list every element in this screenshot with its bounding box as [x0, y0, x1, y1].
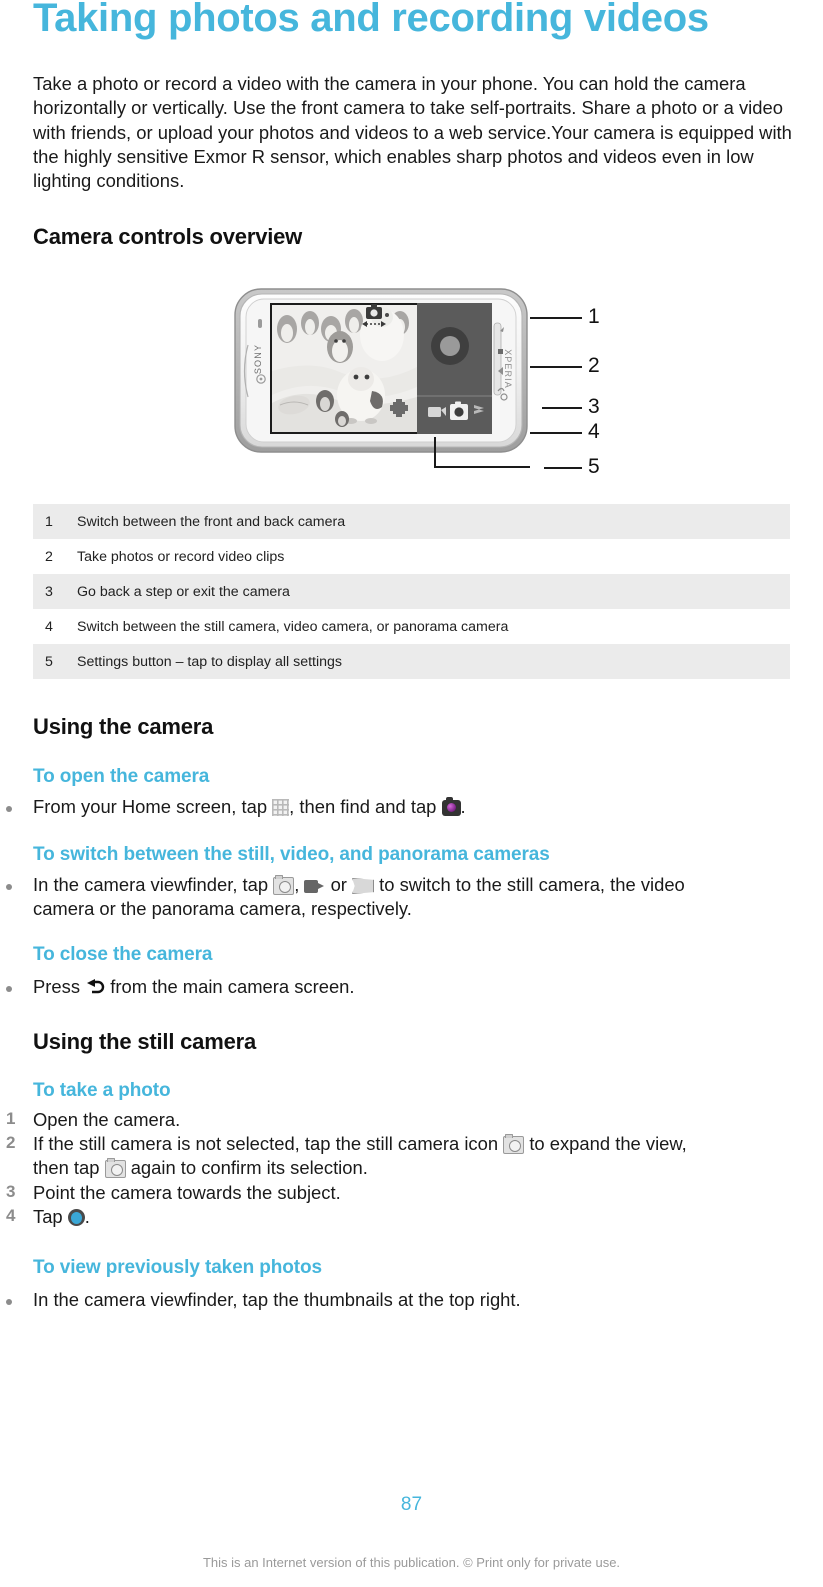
row-number: 5 — [45, 653, 53, 670]
page-title: Taking photos and recording videos — [33, 0, 709, 40]
text-fragment: Tap — [33, 1206, 68, 1227]
text-fragment: , — [294, 874, 305, 895]
text-fragment: , then find and tap — [289, 796, 442, 817]
list-marker-1: 1 — [6, 1109, 16, 1128]
camera-app-icon[interactable] — [441, 797, 461, 816]
callout-1: 1 — [588, 305, 600, 328]
video-camera-icon[interactable] — [304, 880, 325, 893]
panorama-icon[interactable] — [352, 878, 375, 894]
row-number: 1 — [45, 513, 53, 530]
heading-to-take-a-photo: To take a photo — [33, 1080, 171, 1101]
step-switch-cameras: In the camera viewfinder, tap , or to sw… — [33, 873, 793, 922]
still-camera-icon[interactable] — [503, 1134, 525, 1154]
text-fragment: From your Home screen, tap — [33, 796, 273, 817]
text-fragment: or — [325, 874, 353, 895]
row-description: Take photos or record video clips — [77, 548, 285, 565]
bullet-marker — [6, 806, 12, 812]
table-row: 4 Switch between the still camera, video… — [33, 609, 790, 644]
callout-3: 3 — [588, 395, 600, 418]
callout-5-leader-vertical — [434, 437, 436, 467]
heading-using-the-camera: Using the camera — [33, 714, 214, 739]
callout-5-leader-horizontal — [434, 466, 530, 468]
list-marker-2: 2 — [6, 1133, 16, 1152]
callout-4: 4 — [588, 420, 600, 443]
step-3-point-camera: Point the camera towards the subject. — [33, 1182, 341, 1203]
heading-to-open-the-camera: To open the camera — [33, 766, 210, 787]
heading-to-switch-cameras: To switch between the still, video, and … — [33, 844, 550, 865]
figure-callouts: 1 2 3 4 5 — [530, 283, 640, 483]
row-description: Switch between the still camera, video c… — [77, 618, 509, 635]
text-fragment: to expand the view, — [524, 1133, 687, 1154]
phone-figure-svg: SONY XPERIA — [234, 288, 528, 453]
table-row: 1 Switch between the front and back came… — [33, 504, 790, 539]
row-number: 4 — [45, 618, 53, 635]
text-fragment: to switch to the still camera, the video — [374, 874, 685, 895]
bullet-marker — [6, 884, 12, 890]
row-description: Settings button – tap to display all set… — [77, 653, 342, 670]
row-number: 2 — [45, 548, 53, 565]
footer-note: This is an Internet version of this publ… — [202, 1555, 621, 1570]
table-row: 3 Go back a step or exit the camera — [33, 574, 790, 609]
text-fragment: from the main camera screen. — [105, 976, 355, 997]
heading-to-close-the-camera: To close the camera — [33, 944, 213, 965]
text-fragment: In the camera viewfinder, tap — [33, 874, 274, 895]
manual-page: Taking photos and recording videos Take … — [0, 0, 823, 1587]
heading-camera-controls-overview: Camera controls overview — [33, 224, 303, 249]
table-row: 2 Take photos or record video clips — [33, 539, 790, 574]
row-description: Switch between the front and back camera — [77, 513, 346, 530]
row-description: Go back a step or exit the camera — [77, 583, 290, 600]
heading-using-the-still-camera: Using the still camera — [33, 1029, 257, 1054]
bullet-marker — [6, 1299, 12, 1305]
intro-paragraph: Take a photo or record a video with the … — [33, 73, 792, 192]
callout-5: 5 — [588, 455, 600, 478]
row-number: 3 — [45, 583, 53, 600]
step-2-select-still-camera: If the still camera is not selected, tap… — [33, 1132, 793, 1181]
text-fragment: then tap — [33, 1157, 105, 1179]
list-marker-4: 4 — [6, 1206, 16, 1225]
text-fragment: . — [460, 796, 466, 817]
text-fragment: If the still camera is not selected, tap… — [33, 1133, 504, 1154]
page-number: 87 — [400, 1494, 423, 1515]
list-marker-3: 3 — [6, 1182, 16, 1201]
svg-text:XPERIA: XPERIA — [503, 349, 513, 389]
app-grid-icon[interactable] — [272, 799, 290, 816]
camera-controls-table: 1 Switch between the front and back came… — [33, 504, 790, 679]
still-camera-icon[interactable] — [104, 1158, 126, 1179]
text-fragment: again to confirm its selection. — [125, 1157, 368, 1179]
step-view-photos: In the camera viewfinder, tap the thumbn… — [33, 1289, 521, 1310]
back-arrow-icon[interactable] — [85, 978, 105, 995]
still-camera-icon[interactable] — [273, 875, 295, 895]
shutter-button-icon[interactable] — [67, 1209, 85, 1226]
step-open-camera: From your Home screen, tap , then find a… — [33, 795, 466, 819]
bullet-marker — [6, 986, 12, 992]
table-row: 5 Settings button – tap to display all s… — [33, 644, 790, 679]
text-fragment: camera or the panorama camera, respectiv… — [33, 898, 412, 920]
phone-illustration: SONY XPERIA — [232, 283, 532, 463]
step-4-tap-shutter: Tap . — [33, 1205, 90, 1229]
callout-2: 2 — [588, 354, 600, 377]
heading-to-view-photos: To view previously taken photos — [33, 1257, 322, 1278]
step-1-open-camera: Open the camera. — [33, 1109, 181, 1130]
text-fragment: Press — [33, 976, 86, 997]
svg-text:SONY: SONY — [253, 344, 263, 374]
text-fragment: . — [84, 1206, 90, 1227]
step-close-camera: Press from the main camera screen. — [33, 975, 355, 999]
